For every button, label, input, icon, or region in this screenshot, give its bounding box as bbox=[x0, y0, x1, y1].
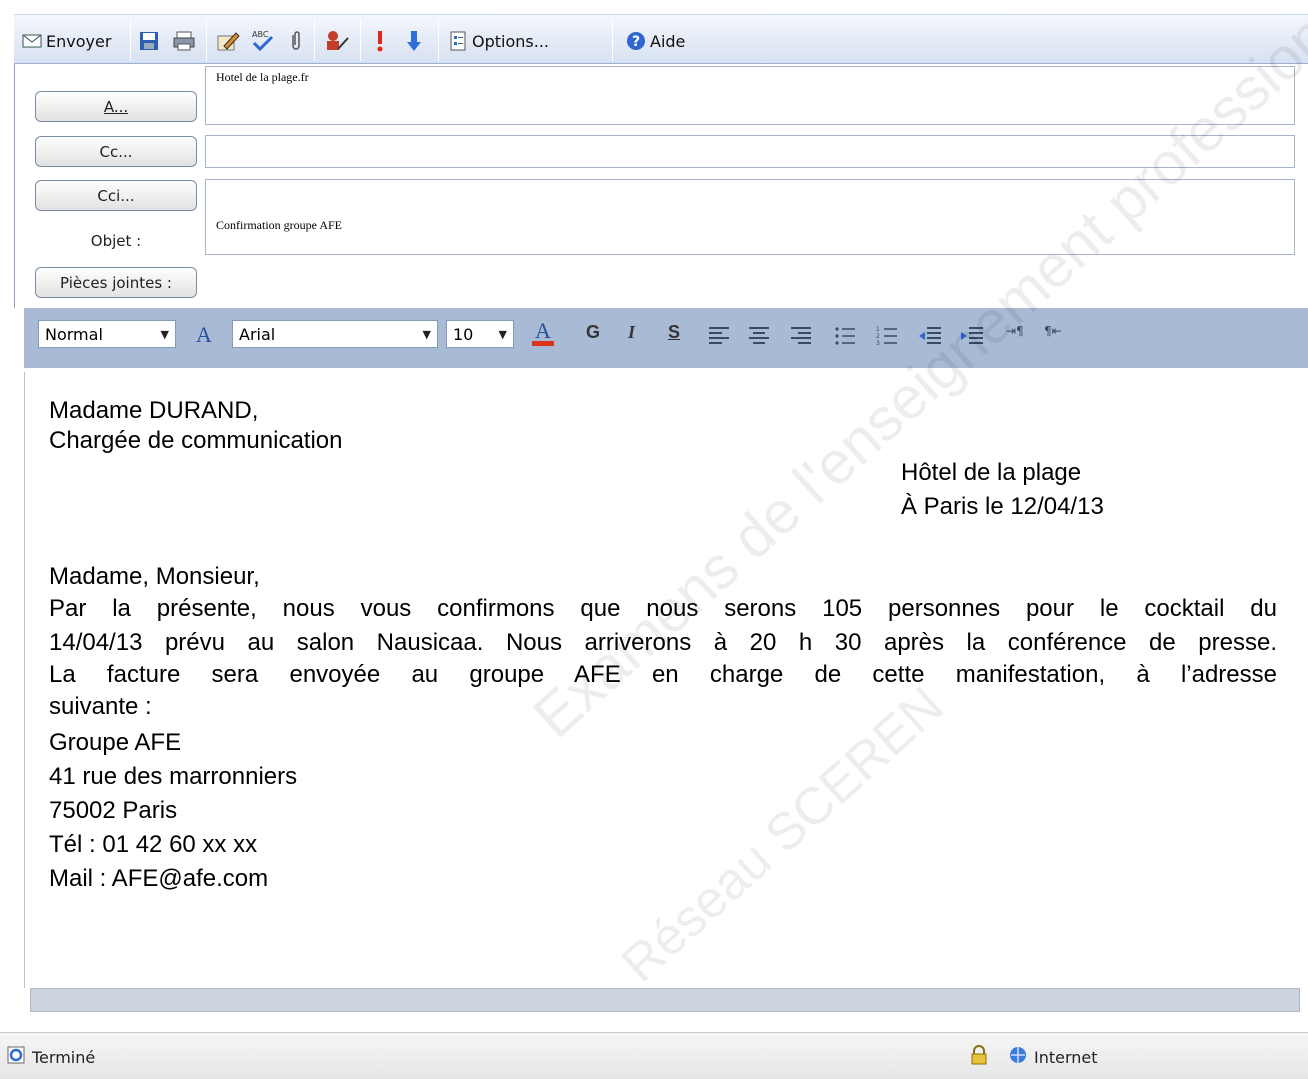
align-center-icon[interactable] bbox=[748, 326, 770, 350]
recipient-name: Madame DURAND, bbox=[49, 397, 259, 424]
align-right-icon[interactable] bbox=[790, 326, 812, 350]
message-body[interactable]: Madame DURAND, Chargée de communication … bbox=[24, 372, 1302, 988]
status-text: Terminé bbox=[32, 1047, 96, 1067]
place-date: À Paris le 12/04/13 bbox=[901, 493, 1104, 520]
bullet-list-icon[interactable] bbox=[834, 326, 856, 350]
mail-line: Mail : AFE@afe.com bbox=[49, 865, 269, 892]
help-label: Aide bbox=[650, 31, 686, 51]
cc-button-label: Cc... bbox=[99, 142, 133, 161]
separator bbox=[130, 19, 131, 61]
ltr-icon[interactable]: ⇥¶ bbox=[1006, 324, 1024, 338]
attachments-label: Pièces jointes : bbox=[60, 273, 172, 292]
rtl-icon[interactable]: ¶⇤ bbox=[1044, 324, 1062, 338]
increase-indent-icon[interactable] bbox=[960, 326, 984, 350]
bold-button[interactable]: G bbox=[586, 322, 600, 343]
address-line-3: 75002 Paris bbox=[49, 797, 178, 824]
phone-line: Tél : 01 42 60 xx xx bbox=[49, 831, 258, 858]
body-line-1: Par la présente, nous vous confirmons qu… bbox=[49, 595, 1277, 622]
format-toolbar: Normal ▼ A Arial ▼ 10 ▼ A G I S 123 ⇥¶ ¶… bbox=[24, 308, 1308, 368]
send-button[interactable]: Envoyer bbox=[22, 25, 111, 57]
save-icon[interactable] bbox=[138, 25, 160, 57]
options-label: Options... bbox=[472, 31, 549, 51]
status-done: Terminé bbox=[6, 1045, 95, 1069]
attachments-button[interactable]: Pièces jointes : bbox=[35, 267, 197, 298]
bcc-button-label: Cci... bbox=[97, 186, 135, 205]
globe-icon bbox=[1008, 1045, 1028, 1069]
bcc-button[interactable]: Cci... bbox=[35, 180, 197, 211]
align-left-icon[interactable] bbox=[708, 326, 730, 350]
svg-text:A: A bbox=[535, 318, 551, 343]
body-line-2: 14/04/13 prévu au salon Nausicaa. Nous a… bbox=[49, 629, 1277, 656]
font-style-icon[interactable]: A bbox=[196, 322, 212, 348]
separator bbox=[612, 19, 613, 61]
body-bottom-bar bbox=[30, 988, 1300, 1012]
signature-icon[interactable] bbox=[324, 25, 350, 57]
separator bbox=[438, 19, 439, 61]
svg-text:1: 1 bbox=[876, 326, 880, 333]
decrease-indent-icon[interactable] bbox=[918, 326, 942, 350]
cc-button[interactable]: Cc... bbox=[35, 136, 197, 167]
lock-icon bbox=[970, 1045, 988, 1069]
to-button[interactable]: A... bbox=[35, 91, 197, 122]
to-field[interactable]: Hotel de la plage.fr bbox=[205, 66, 1295, 125]
svg-text:3: 3 bbox=[876, 340, 880, 346]
help-icon: ? bbox=[626, 31, 646, 51]
edit-icon[interactable] bbox=[216, 25, 240, 57]
chevron-down-icon: ▼ bbox=[498, 327, 507, 341]
subject-label: Objet : bbox=[90, 232, 142, 250]
subject-value: Confirmation groupe AFE bbox=[216, 218, 342, 232]
separator bbox=[360, 19, 361, 61]
font-select[interactable]: Arial ▼ bbox=[232, 320, 438, 348]
text-color-icon[interactable]: A bbox=[530, 318, 556, 352]
separator bbox=[206, 19, 207, 61]
italic-button[interactable]: I bbox=[628, 322, 635, 343]
cc-field[interactable] bbox=[205, 135, 1295, 168]
size-select[interactable]: 10 ▼ bbox=[446, 320, 514, 348]
address-line-2: 41 rue des marronniers bbox=[49, 763, 298, 790]
svg-text:?: ? bbox=[632, 34, 640, 50]
font-value: Arial bbox=[239, 324, 276, 344]
low-priority-icon[interactable] bbox=[406, 25, 422, 57]
body-line-3: La facture sera envoyée au groupe AFE en… bbox=[49, 661, 1277, 688]
salutation: Madame, Monsieur, bbox=[49, 563, 260, 590]
ie-page-icon bbox=[6, 1045, 26, 1069]
chevron-down-icon: ▼ bbox=[422, 327, 431, 341]
chevron-down-icon: ▼ bbox=[160, 327, 169, 341]
subject-field[interactable]: Confirmation groupe AFE bbox=[205, 179, 1295, 255]
options-icon bbox=[448, 31, 468, 51]
separator bbox=[314, 19, 315, 61]
help-button[interactable]: ? Aide bbox=[626, 25, 685, 57]
high-priority-icon[interactable] bbox=[374, 25, 386, 57]
send-label: Envoyer bbox=[46, 31, 112, 51]
attachment-icon[interactable] bbox=[288, 25, 304, 57]
recipient-role: Chargée de communication bbox=[49, 427, 343, 454]
envelope-icon bbox=[22, 31, 42, 51]
svg-text:2: 2 bbox=[876, 333, 880, 340]
sender-name: Hôtel de la plage bbox=[901, 459, 1082, 486]
toolbar: Envoyer ABC Options... ? Aide bbox=[14, 14, 1308, 64]
to-button-label: A... bbox=[103, 97, 129, 116]
security-zone: Internet bbox=[970, 1045, 1098, 1069]
spellcheck-icon[interactable]: ABC bbox=[250, 25, 276, 57]
zone-label: Internet bbox=[1034, 1047, 1098, 1067]
print-icon[interactable] bbox=[172, 25, 196, 57]
svg-text:ABC: ABC bbox=[252, 30, 269, 39]
style-select[interactable]: Normal ▼ bbox=[38, 320, 176, 348]
options-button[interactable]: Options... bbox=[448, 25, 549, 57]
size-value: 10 bbox=[453, 324, 474, 344]
address-panel: A... Hotel de la plage.fr Cc... Cci... C… bbox=[14, 64, 1308, 308]
status-bar: Terminé Internet bbox=[0, 1032, 1308, 1079]
address-line-1: Groupe AFE bbox=[49, 729, 182, 756]
underline-button[interactable]: S bbox=[668, 322, 680, 343]
numbered-list-icon[interactable]: 123 bbox=[876, 326, 898, 350]
style-value: Normal bbox=[45, 324, 103, 344]
body-line-4: suivante : bbox=[49, 693, 152, 720]
